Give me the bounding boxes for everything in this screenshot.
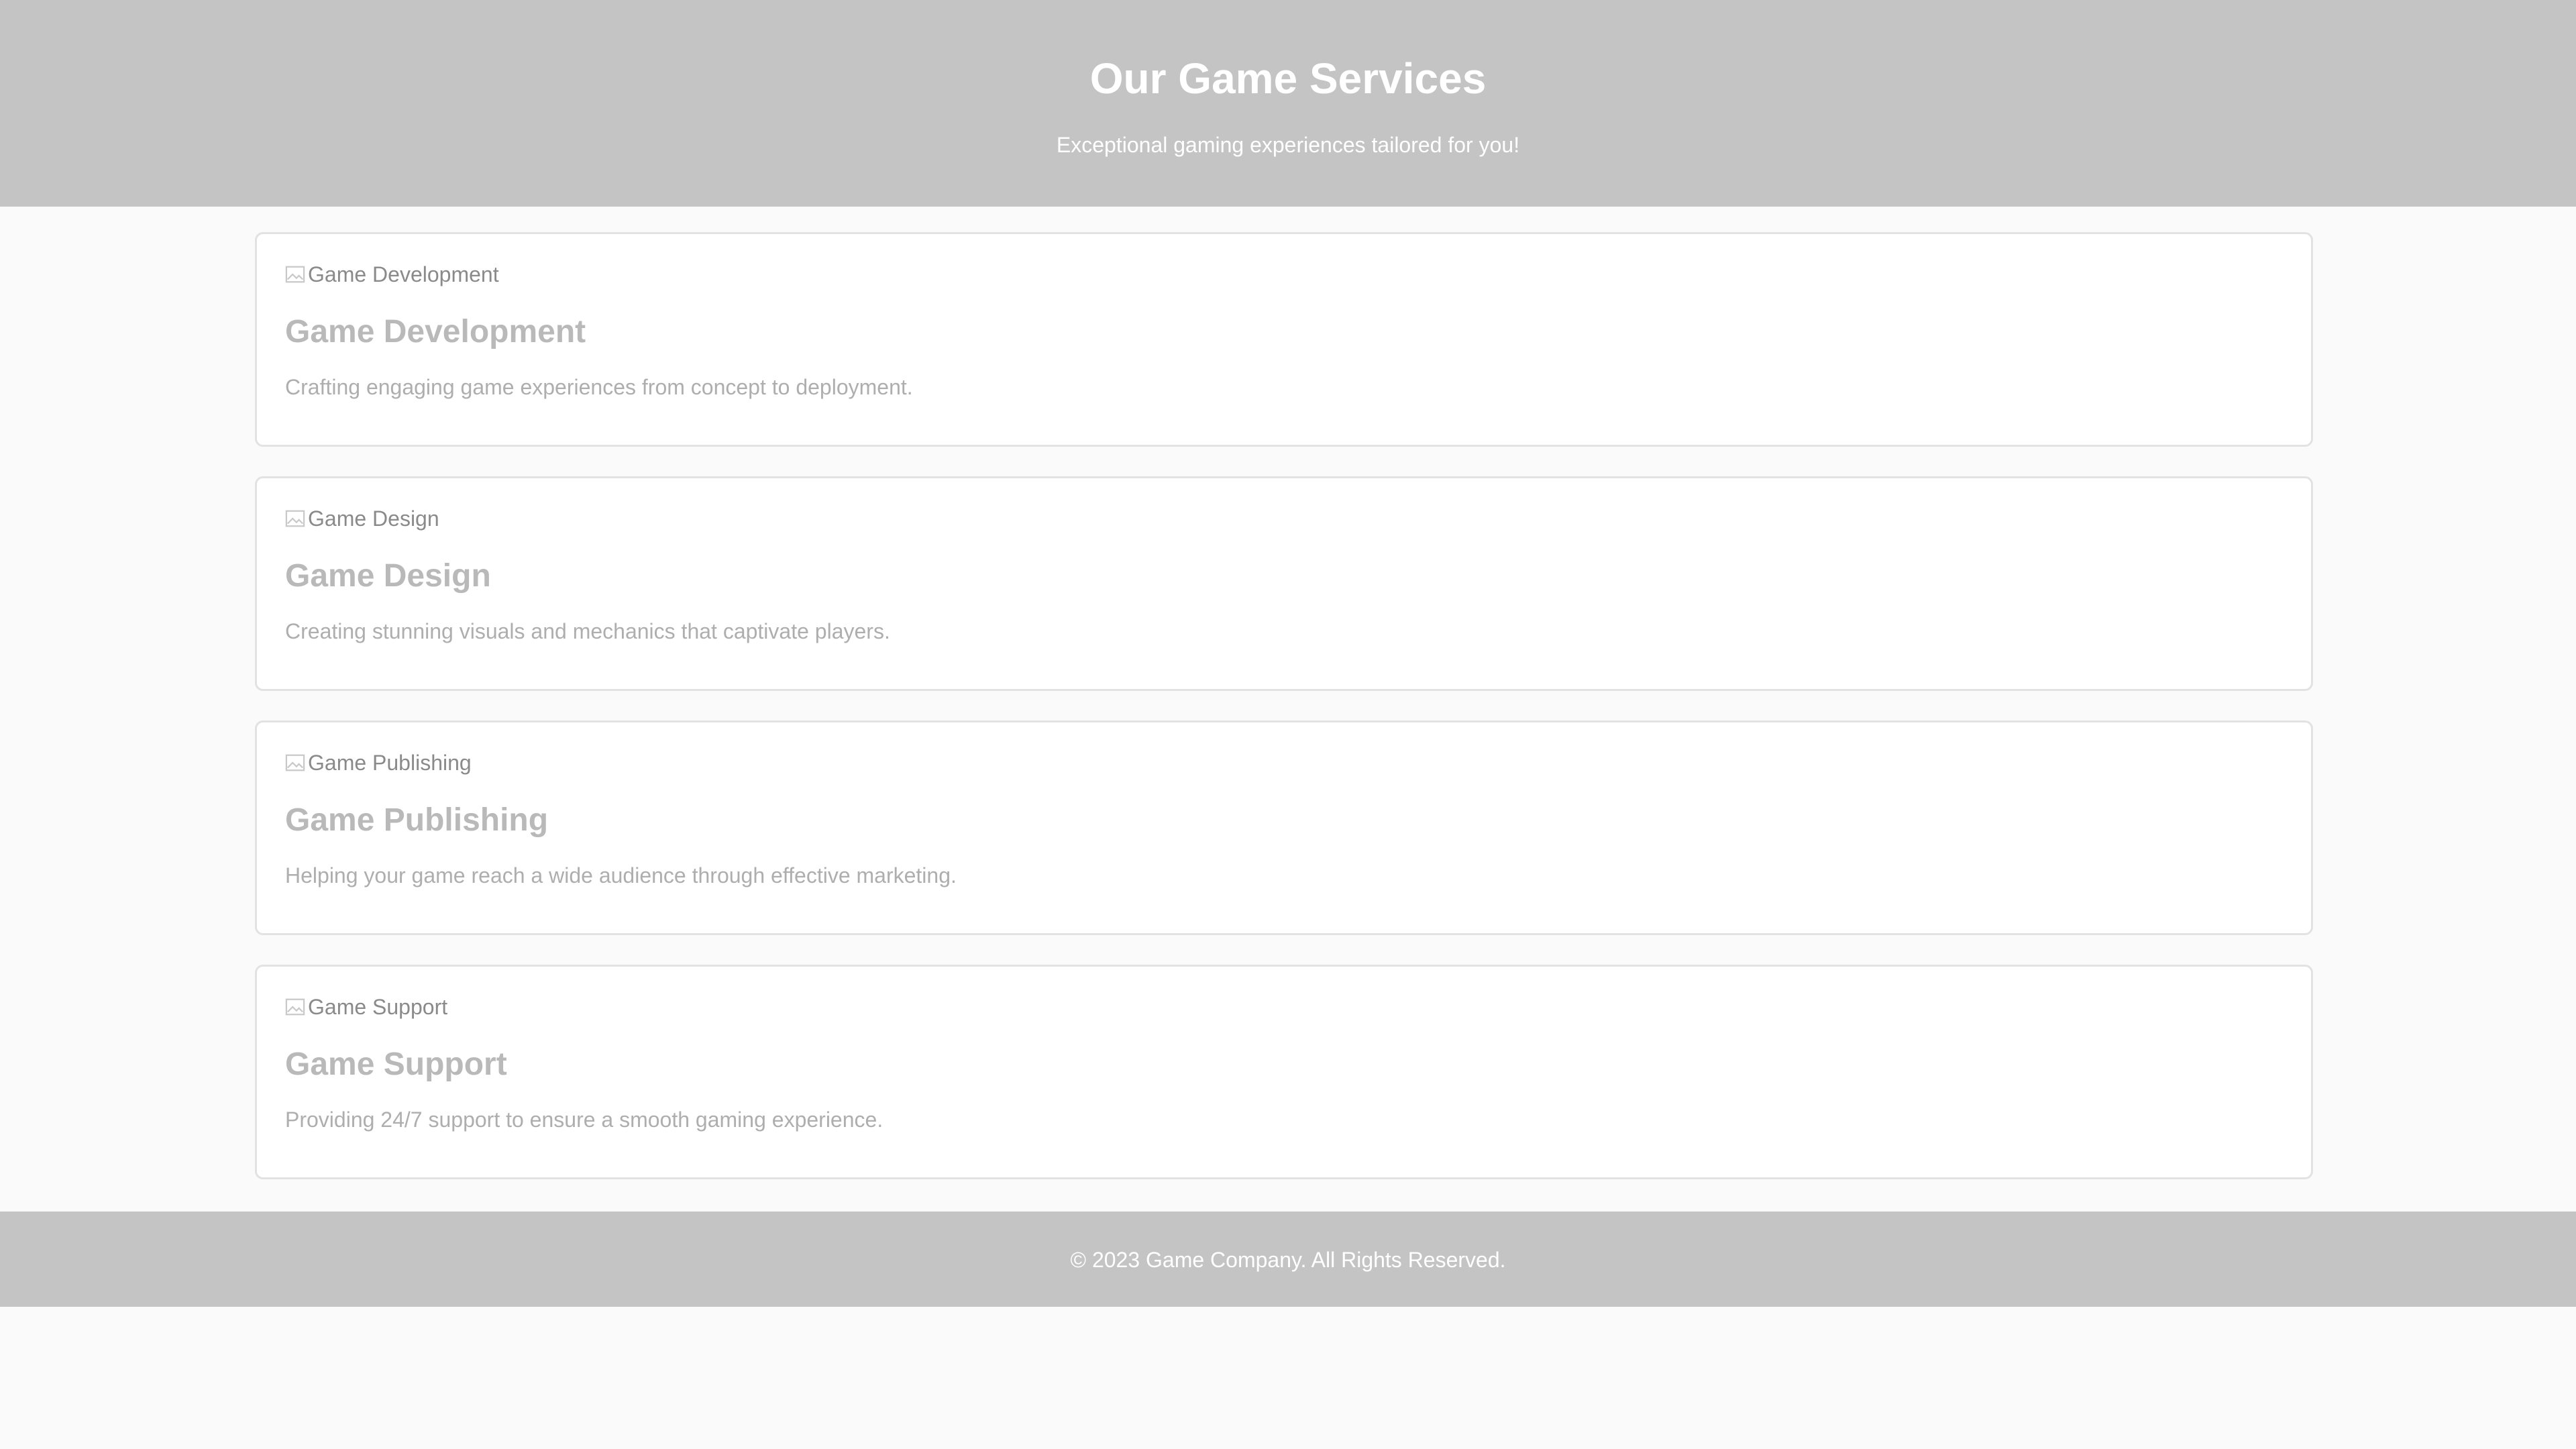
service-image: Game Support bbox=[285, 994, 447, 1020]
page-footer: © 2023 Game Company. All Rights Reserved… bbox=[0, 1212, 2576, 1307]
broken-image-icon bbox=[285, 510, 305, 527]
service-image-alt: Game Support bbox=[308, 994, 448, 1019]
service-title: Game Support bbox=[285, 1046, 507, 1082]
service-card-game-support: Game Support Game Support Providing 24/7… bbox=[255, 965, 2313, 1179]
services-list: Game Development Game Development Crafti… bbox=[255, 232, 2313, 1209]
service-description: Helping your game reach a wide audience … bbox=[285, 863, 957, 888]
service-title: Game Publishing bbox=[285, 802, 549, 838]
service-description: Creating stunning visuals and mechanics … bbox=[285, 619, 890, 643]
service-card-game-design: Game Design Game Design Creating stunnin… bbox=[255, 476, 2313, 691]
service-title: Game Design bbox=[285, 558, 491, 594]
broken-image-icon bbox=[285, 998, 305, 1016]
service-image: Game Development bbox=[285, 261, 499, 288]
service-image: Game Publishing bbox=[285, 749, 472, 776]
service-card-game-publishing: Game Publishing Game Publishing Helping … bbox=[255, 720, 2313, 935]
page-title: Our Game Services bbox=[1089, 54, 1487, 103]
service-title: Game Development bbox=[285, 314, 586, 350]
page-subtitle: Exceptional gaming experiences tailored … bbox=[1056, 133, 1520, 157]
service-description: Providing 24/7 support to ensure a smoot… bbox=[285, 1108, 883, 1132]
service-card-game-development: Game Development Game Development Crafti… bbox=[255, 232, 2313, 447]
service-image-alt: Game Publishing bbox=[308, 750, 472, 775]
service-image: Game Design bbox=[285, 505, 439, 532]
service-image-alt: Game Development bbox=[308, 262, 499, 286]
broken-image-icon bbox=[285, 266, 305, 283]
copyright-text: © 2023 Game Company. All Rights Reserved… bbox=[1070, 1248, 1506, 1272]
page-header: Our Game Services Exceptional gaming exp… bbox=[0, 0, 2576, 207]
service-description: Crafting engaging game experiences from … bbox=[285, 375, 913, 399]
broken-image-icon bbox=[285, 754, 305, 771]
service-image-alt: Game Design bbox=[308, 506, 439, 531]
